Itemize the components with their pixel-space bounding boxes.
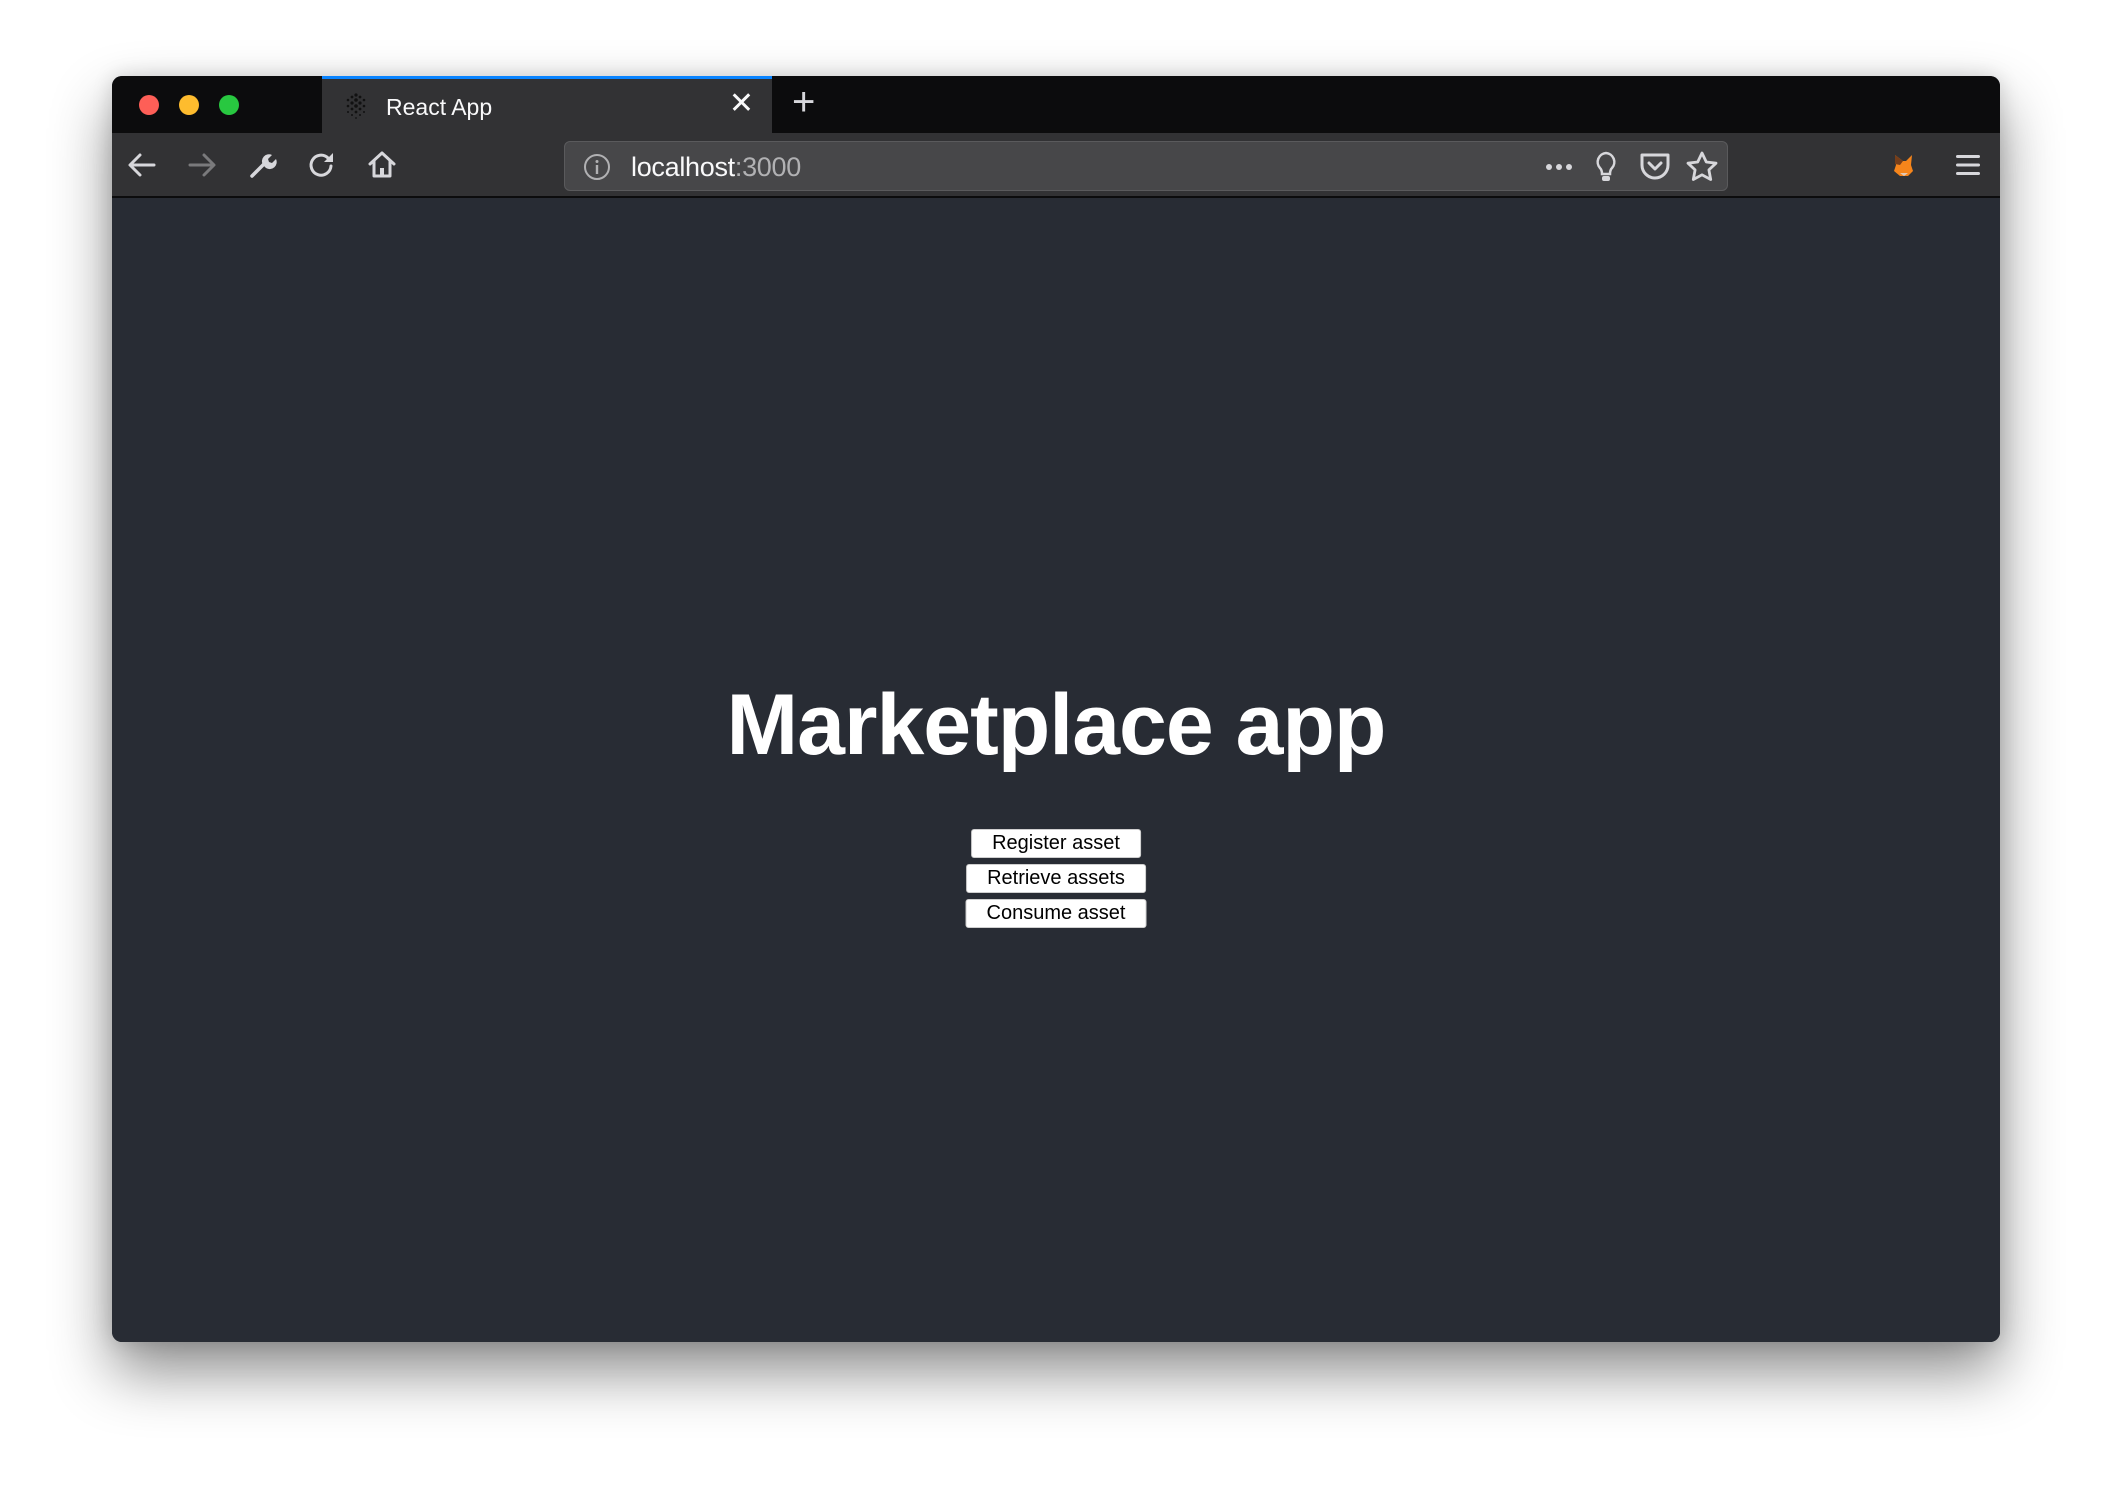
window-maximize-button[interactable] <box>219 95 239 115</box>
url-text[interactable]: localhost:3000 <box>631 152 801 183</box>
reload-icon[interactable] <box>306 149 338 181</box>
tab-react-app[interactable]: React App ✕ <box>322 76 772 133</box>
arrow-right-icon[interactable] <box>186 149 218 181</box>
wrench-icon[interactable] <box>246 149 278 181</box>
retrieve-assets-button[interactable]: Retrieve assets <box>966 864 1146 893</box>
close-icon[interactable]: ✕ <box>729 89 754 119</box>
register-asset-button[interactable]: Register asset <box>971 829 1141 858</box>
pocket-icon[interactable] <box>1639 151 1671 181</box>
browser-window: React App ✕ + localhost:3000 Marketplace… <box>112 76 2000 1342</box>
metamask-fox-icon[interactable] <box>1888 149 1920 181</box>
info-icon[interactable] <box>583 153 611 181</box>
tab-bar: React App ✕ + <box>112 76 2000 133</box>
lightbulb-icon[interactable] <box>1593 150 1619 184</box>
page-content: Marketplace app Register asset Retrieve … <box>112 198 2000 1342</box>
url-port: :3000 <box>734 152 801 182</box>
hamburger-menu-icon[interactable] <box>1952 149 1984 181</box>
nav-toolbar: localhost:3000 <box>112 133 2000 198</box>
more-icon[interactable] <box>1543 154 1575 180</box>
home-icon[interactable] <box>366 149 398 181</box>
plus-icon[interactable]: + <box>792 80 815 124</box>
arrow-left-icon[interactable] <box>126 149 158 181</box>
consume-asset-button[interactable]: Consume asset <box>965 899 1147 928</box>
tab-title: React App <box>386 94 493 120</box>
window-close-button[interactable] <box>139 95 159 115</box>
url-host: localhost <box>631 152 735 182</box>
star-icon[interactable] <box>1685 150 1719 184</box>
react-dots-favicon-icon <box>346 93 366 119</box>
window-minimize-button[interactable] <box>179 95 199 115</box>
page-title: Marketplace app <box>726 677 1387 773</box>
url-bar[interactable]: localhost:3000 <box>564 141 1728 191</box>
